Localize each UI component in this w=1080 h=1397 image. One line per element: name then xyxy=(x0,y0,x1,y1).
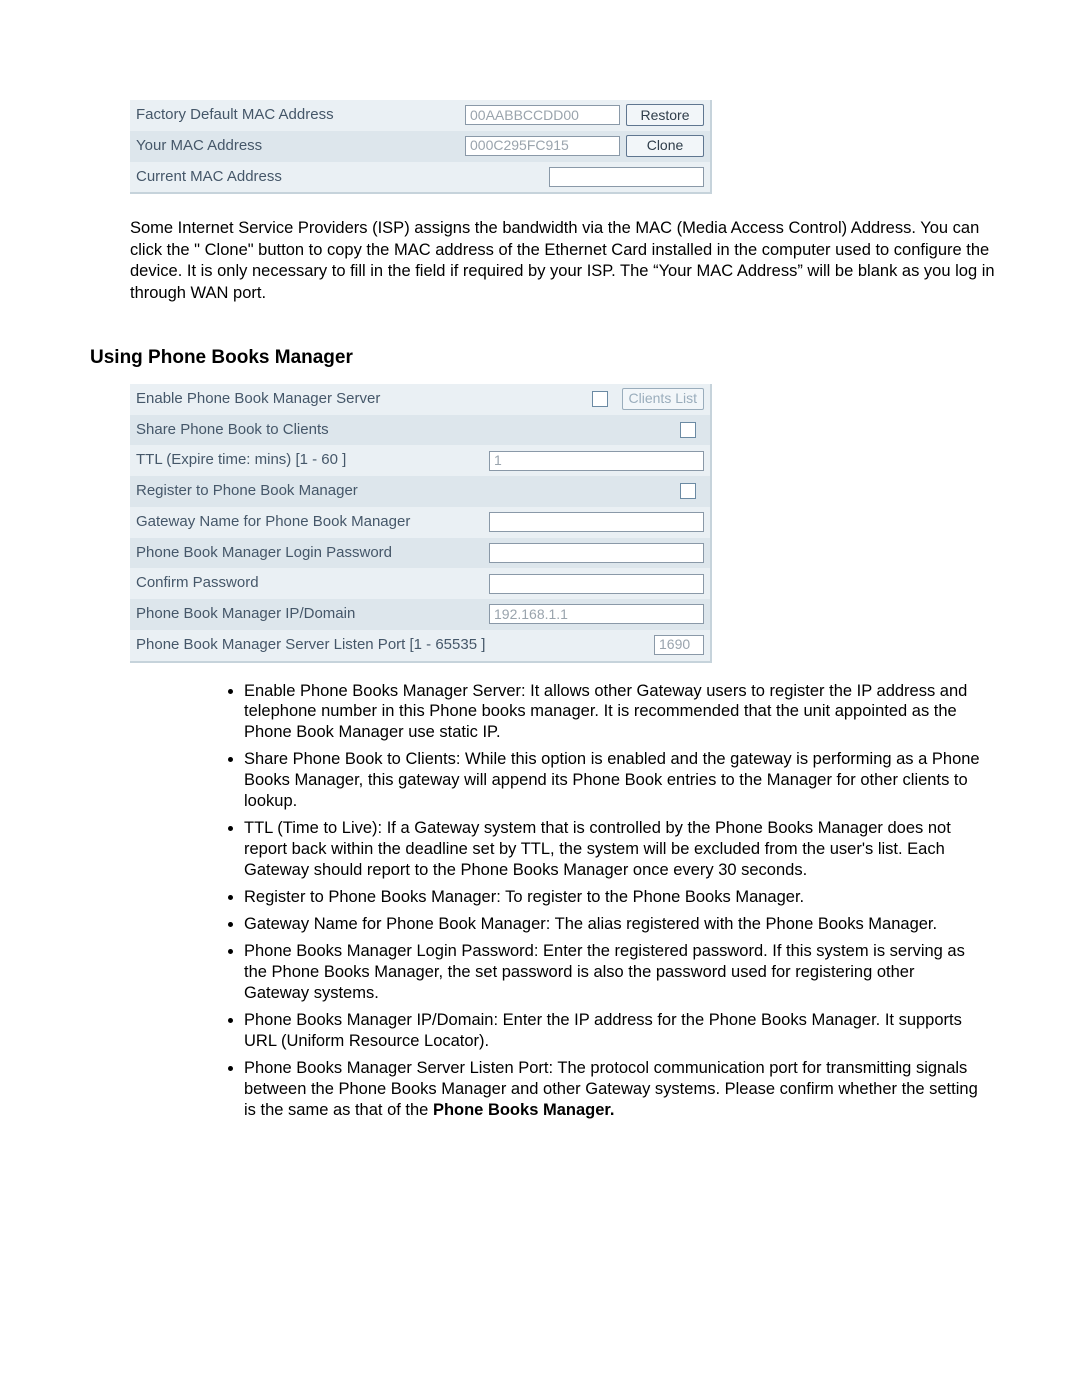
input-ttl[interactable]: 1 xyxy=(489,451,704,471)
list-item: Register to Phone Books Manager: To regi… xyxy=(244,887,984,908)
list-item-bold: Phone Books Manager. xyxy=(433,1101,615,1119)
label-enable-pbm: Enable Phone Book Manager Server xyxy=(136,388,592,411)
description-list: Enable Phone Books Manager Server: It al… xyxy=(226,681,1024,1121)
input-confirm-pw[interactable] xyxy=(489,574,704,594)
label-factory-mac: Factory Default MAC Address xyxy=(136,104,465,127)
phone-books-panel: Enable Phone Book Manager Server Clients… xyxy=(130,384,712,663)
input-gw-name[interactable] xyxy=(489,512,704,532)
input-login-pw[interactable] xyxy=(489,543,704,563)
label-listen-port: Phone Book Manager Server Listen Port [1… xyxy=(136,634,654,657)
list-item: Share Phone Book to Clients: While this … xyxy=(244,749,984,812)
row-confirm-pw: Confirm Password xyxy=(130,568,710,599)
row-login-pw: Phone Book Manager Login Password xyxy=(130,538,710,569)
label-ip-domain: Phone Book Manager IP/Domain xyxy=(136,603,489,626)
mac-paragraph: Some Internet Service Providers (ISP) as… xyxy=(130,218,1000,304)
mac-address-panel: Factory Default MAC Address 00AABBCCDD00… xyxy=(130,100,712,194)
label-ttl: TTL (Expire time: mins) [1 - 60 ] xyxy=(136,449,489,472)
list-item: TTL (Time to Live): If a Gateway system … xyxy=(244,818,984,881)
checkbox-register-pbm[interactable] xyxy=(680,483,696,499)
row-ip-domain: Phone Book Manager IP/Domain 192.168.1.1 xyxy=(130,599,710,630)
restore-button[interactable]: Restore xyxy=(626,104,704,126)
checkbox-enable-pbm[interactable] xyxy=(592,391,608,407)
label-share-pb: Share Phone Book to Clients xyxy=(136,419,680,442)
input-listen-port[interactable]: 1690 xyxy=(654,635,704,655)
row-register-pbm: Register to Phone Book Manager xyxy=(130,476,710,507)
row-listen-port: Phone Book Manager Server Listen Port [1… xyxy=(130,630,710,661)
input-current-mac[interactable] xyxy=(549,167,704,187)
input-your-mac[interactable]: 000C295FC915 xyxy=(465,136,620,156)
section-heading: Using Phone Books Manager xyxy=(90,346,990,370)
row-ttl: TTL (Expire time: mins) [1 - 60 ] 1 xyxy=(130,445,710,476)
row-share-pb: Share Phone Book to Clients xyxy=(130,415,710,446)
row-your-mac: Your MAC Address 000C295FC915 Clone xyxy=(130,131,710,162)
row-gw-name: Gateway Name for Phone Book Manager xyxy=(130,507,710,538)
row-factory-mac: Factory Default MAC Address 00AABBCCDD00… xyxy=(130,100,710,131)
row-current-mac: Current MAC Address xyxy=(130,162,710,193)
label-current-mac: Current MAC Address xyxy=(136,166,549,189)
clone-button[interactable]: Clone xyxy=(626,135,704,157)
list-item: Enable Phone Books Manager Server: It al… xyxy=(244,681,984,744)
label-gw-name: Gateway Name for Phone Book Manager xyxy=(136,511,489,534)
list-item: Gateway Name for Phone Book Manager: The… xyxy=(244,914,984,935)
list-item: Phone Books Manager Server Listen Port: … xyxy=(244,1058,984,1121)
row-enable-pbm: Enable Phone Book Manager Server Clients… xyxy=(130,384,710,415)
list-item: Phone Books Manager Login Password: Ente… xyxy=(244,941,984,1004)
label-confirm-pw: Confirm Password xyxy=(136,572,489,595)
label-login-pw: Phone Book Manager Login Password xyxy=(136,542,489,565)
label-register-pbm: Register to Phone Book Manager xyxy=(136,480,680,503)
list-item: Phone Books Manager IP/Domain: Enter the… xyxy=(244,1010,984,1052)
clients-list-button[interactable]: Clients List xyxy=(622,388,704,410)
input-ip-domain[interactable]: 192.168.1.1 xyxy=(489,604,704,624)
label-your-mac: Your MAC Address xyxy=(136,135,465,158)
checkbox-share-pb[interactable] xyxy=(680,422,696,438)
input-factory-mac[interactable]: 00AABBCCDD00 xyxy=(465,105,620,125)
